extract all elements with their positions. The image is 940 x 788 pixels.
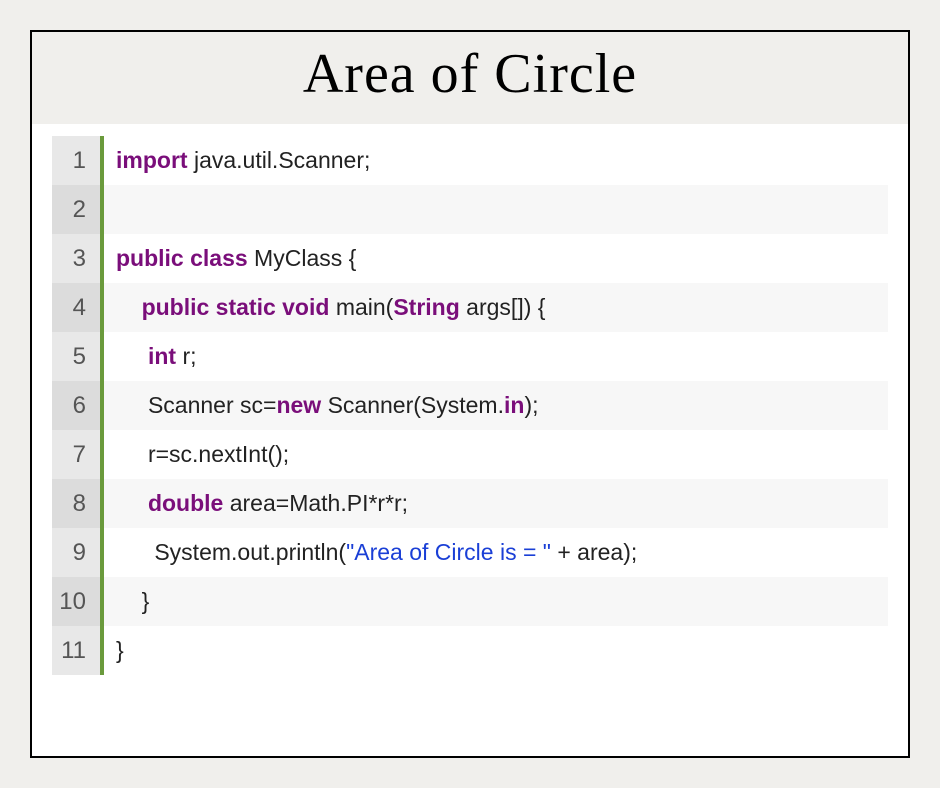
line-number: 11: [52, 626, 102, 675]
code-line: 10 }: [52, 577, 888, 626]
line-number: 5: [52, 332, 102, 381]
code-area: 1import java.util.Scanner;23public class…: [32, 124, 908, 675]
line-code: int r;: [102, 332, 888, 381]
line-number: 6: [52, 381, 102, 430]
code-token: public static void: [142, 294, 330, 320]
line-code: [102, 185, 888, 234]
code-table: 1import java.util.Scanner;23public class…: [52, 136, 888, 675]
line-code: Scanner sc=new Scanner(System.in);: [102, 381, 888, 430]
line-number: 2: [52, 185, 102, 234]
line-number: 9: [52, 528, 102, 577]
line-number: 8: [52, 479, 102, 528]
line-number: 4: [52, 283, 102, 332]
code-line: 5 int r;: [52, 332, 888, 381]
line-number: 1: [52, 136, 102, 185]
title-bar: Area of Circle: [32, 32, 908, 124]
code-line: 9 System.out.println("Area of Circle is …: [52, 528, 888, 577]
line-code: double area=Math.PI*r*r;: [102, 479, 888, 528]
code-token: new: [276, 392, 321, 418]
code-line: 2: [52, 185, 888, 234]
code-line: 6 Scanner sc=new Scanner(System.in);: [52, 381, 888, 430]
code-line: 4 public static void main(String args[])…: [52, 283, 888, 332]
line-number: 3: [52, 234, 102, 283]
line-code: r=sc.nextInt();: [102, 430, 888, 479]
code-line: 3public class MyClass {: [52, 234, 888, 283]
line-number: 7: [52, 430, 102, 479]
code-line: 11}: [52, 626, 888, 675]
code-token: in: [504, 392, 524, 418]
code-token: import: [116, 147, 188, 173]
line-number: 10: [52, 577, 102, 626]
code-line: 8 double area=Math.PI*r*r;: [52, 479, 888, 528]
line-code: }: [102, 577, 888, 626]
code-token: int: [148, 343, 176, 369]
code-token: double: [148, 490, 223, 516]
code-line: 1import java.util.Scanner;: [52, 136, 888, 185]
line-code: import java.util.Scanner;: [102, 136, 888, 185]
line-code: public static void main(String args[]) {: [102, 283, 888, 332]
line-code: public class MyClass {: [102, 234, 888, 283]
page-title: Area of Circle: [32, 42, 908, 106]
code-line: 7 r=sc.nextInt();: [52, 430, 888, 479]
code-token: String: [393, 294, 459, 320]
line-code: }: [102, 626, 888, 675]
code-token: "Area of Circle is = ": [346, 539, 551, 565]
line-code: System.out.println("Area of Circle is = …: [102, 528, 888, 577]
code-token: public class: [116, 245, 248, 271]
document-frame: Area of Circle 1import java.util.Scanner…: [30, 30, 910, 758]
